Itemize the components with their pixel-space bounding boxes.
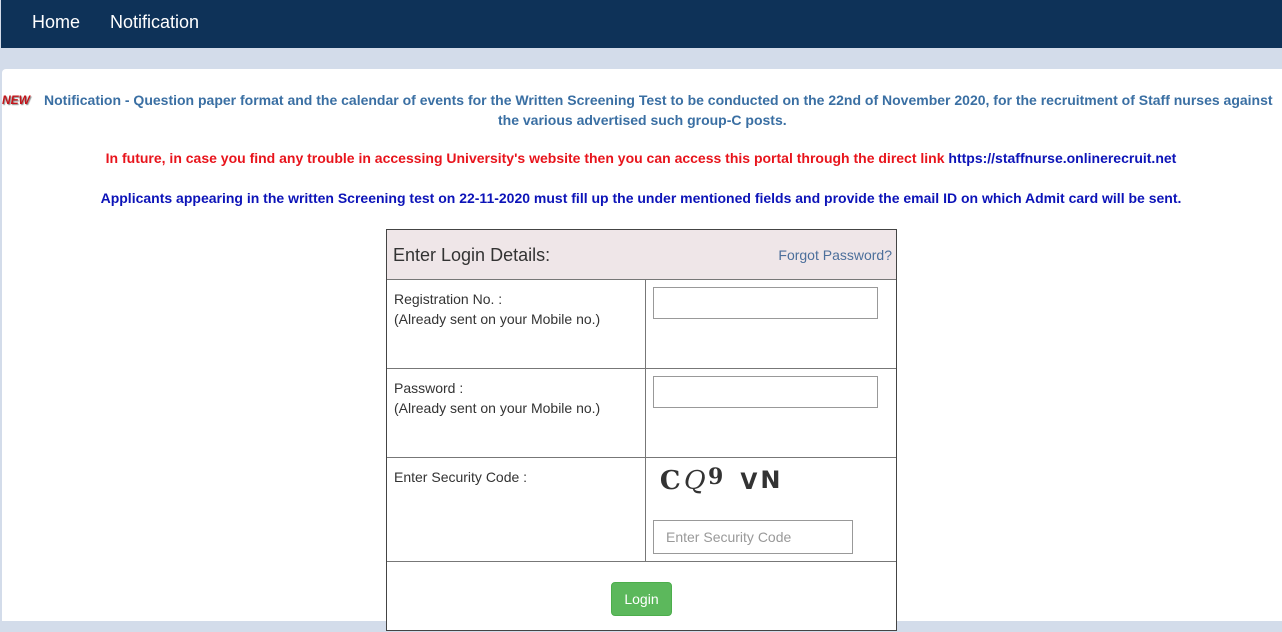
- direct-link-notice: In future, in case you find any trouble …: [0, 150, 1282, 166]
- nav-notification[interactable]: Notification: [110, 12, 199, 33]
- password-hint: (Already sent on your Mobile no.): [394, 400, 601, 416]
- registration-row: Registration No. : (Already sent on your…: [387, 280, 896, 369]
- column-divider: [645, 458, 646, 561]
- security-code-label: Enter Security Code :: [394, 469, 528, 485]
- column-divider: [645, 369, 646, 457]
- notification-link-line2[interactable]: the various advertised such group-C post…: [498, 110, 787, 130]
- security-code-row: Enter Security Code : CQ9 VN: [387, 458, 896, 562]
- captcha-char: C: [659, 465, 685, 497]
- direct-link-notice-text: In future, in case you find any trouble …: [105, 150, 949, 166]
- security-code-input[interactable]: [653, 520, 853, 554]
- captcha-image: CQ9 VN: [659, 464, 784, 498]
- direct-portal-link[interactable]: https://staffnurse.onlinerecruit.net: [948, 150, 1176, 166]
- notification-link-line1[interactable]: Notification - Question paper format and…: [44, 90, 1273, 110]
- password-label: Password : (Already sent on your Mobile …: [394, 378, 600, 418]
- forgot-password-link[interactable]: Forgot Password?: [778, 247, 892, 263]
- password-input[interactable]: [653, 376, 878, 408]
- captcha-char: Q: [682, 464, 710, 498]
- new-badge-icon: NEW: [2, 93, 30, 107]
- top-navbar: Home Notification: [1, 0, 1282, 48]
- login-button[interactable]: Login: [611, 582, 672, 616]
- captcha-char: 9: [708, 464, 727, 490]
- registration-input[interactable]: [653, 287, 878, 319]
- captcha-char: N: [760, 466, 784, 494]
- password-label-text: Password :: [394, 380, 464, 396]
- password-row: Password : (Already sent on your Mobile …: [387, 369, 896, 458]
- registration-label-text: Registration No. :: [394, 291, 503, 307]
- column-divider: [645, 280, 646, 368]
- applicant-instructions: Applicants appearing in the written Scre…: [100, 190, 1182, 206]
- captcha-char: V: [740, 470, 761, 495]
- login-form: Enter Login Details: Forgot Password? Re…: [386, 229, 897, 631]
- nav-home[interactable]: Home: [32, 12, 80, 33]
- login-header: Enter Login Details: Forgot Password?: [387, 230, 896, 280]
- registration-label: Registration No. : (Already sent on your…: [394, 289, 600, 329]
- login-title: Enter Login Details:: [393, 245, 551, 265]
- login-button-row: Login: [387, 562, 896, 632]
- registration-hint: (Already sent on your Mobile no.): [394, 311, 601, 327]
